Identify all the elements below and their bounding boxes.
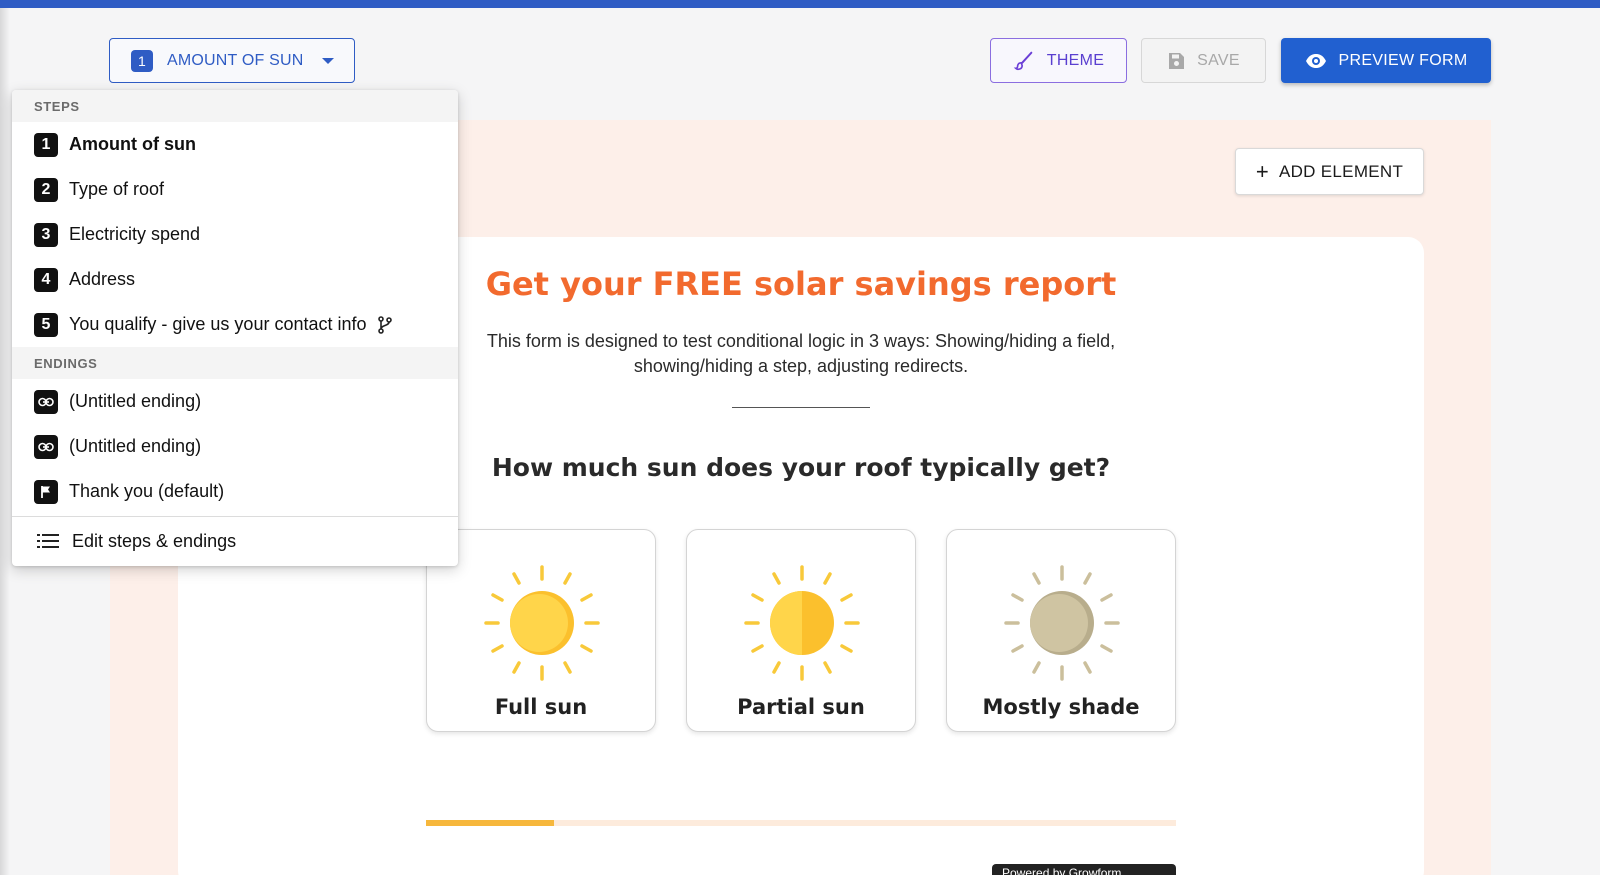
save-button-label: SAVE <box>1197 51 1240 69</box>
step-badge: 2 <box>34 177 58 202</box>
brush-icon <box>1013 50 1035 72</box>
list-icon <box>37 533 59 549</box>
edit-steps-label: Edit steps & endings <box>72 530 237 551</box>
title-divider <box>732 407 870 408</box>
left-edge-shadow <box>0 8 10 875</box>
link-icon <box>34 389 58 414</box>
preview-form-label: PREVIEW FORM <box>1338 51 1468 69</box>
preview-form-button[interactable]: PREVIEW FORM <box>1281 38 1491 83</box>
partial-sun-icon <box>744 565 860 681</box>
caret-down-icon <box>321 57 334 64</box>
menu-ending-2[interactable]: (Untitled ending) <box>12 424 458 469</box>
option-mostly-shade[interactable]: Mostly shade <box>946 529 1176 732</box>
progress-bar-fill <box>426 820 554 826</box>
option-full-sun[interactable]: Full sun <box>426 529 656 732</box>
menu-step-4[interactable]: 4 Address <box>12 257 458 302</box>
plus-icon: + <box>1255 158 1269 184</box>
menu-item-label: You qualify - give us your contact info <box>69 314 367 334</box>
menu-item-label: Thank you (default) <box>69 481 225 501</box>
progress-bar <box>426 820 1176 826</box>
link-icon <box>34 434 58 459</box>
form-description[interactable]: This form is designed to test conditiona… <box>440 329 1162 379</box>
endings-section-header: ENDINGS <box>12 347 458 379</box>
step-selector-label: AMOUNT OF SUN <box>167 51 304 69</box>
step-number-badge: 1 <box>131 49 153 72</box>
step-badge: 5 <box>34 312 58 337</box>
menu-item-label: Type of roof <box>69 179 165 199</box>
menu-step-5[interactable]: 5 You qualify - give us your contact inf… <box>12 302 458 347</box>
theme-button-label: THEME <box>1046 51 1105 69</box>
option-label: Mostly shade <box>982 695 1140 719</box>
menu-step-2[interactable]: 2 Type of roof <box>12 167 458 212</box>
form-description-line: showing/hiding a step, adjusting redirec… <box>633 356 969 376</box>
branch-icon <box>377 315 393 334</box>
menu-item-label: Address <box>69 269 136 289</box>
full-sun-icon <box>484 565 600 681</box>
form-description-line: This form is designed to test conditiona… <box>486 331 1116 351</box>
eye-icon <box>1305 53 1327 69</box>
menu-item-label: Amount of sun <box>69 134 196 154</box>
menu-ending-3[interactable]: Thank you (default) <box>12 469 458 514</box>
step-badge: 4 <box>34 267 58 292</box>
add-element-label: ADD ELEMENT <box>1278 161 1404 181</box>
menu-step-3[interactable]: 3 Electricity spend <box>12 212 458 257</box>
flag-icon <box>34 479 58 504</box>
option-label: Full sun <box>494 695 588 719</box>
menu-item-label: Electricity spend <box>69 224 201 244</box>
steps-section-header: STEPS <box>12 90 458 122</box>
save-button[interactable]: SAVE <box>1141 38 1266 83</box>
option-partial-sun[interactable]: Partial sun <box>686 529 916 732</box>
step-selector-dropdown[interactable]: 1 AMOUNT OF SUN <box>109 38 355 83</box>
step-selector-menu: STEPS 1 Amount of sun 2 Type of roof 3 E… <box>12 90 458 566</box>
menu-item-label: (Untitled ending) <box>69 436 202 456</box>
option-label: Partial sun <box>737 695 865 719</box>
step-badge: 3 <box>34 222 58 247</box>
edit-steps-endings-item[interactable]: Edit steps & endings <box>12 517 458 565</box>
menu-step-1[interactable]: 1 Amount of sun <box>12 122 458 167</box>
theme-button[interactable]: THEME <box>990 38 1127 83</box>
floppy-disk-icon <box>1167 52 1185 70</box>
top-accent-bar <box>0 0 1600 8</box>
shade-sun-icon <box>1004 565 1120 681</box>
menu-ending-1[interactable]: (Untitled ending) <box>12 379 458 424</box>
step-badge: 1 <box>34 132 58 157</box>
powered-by-badge[interactable]: Powered by Growform <box>992 864 1176 875</box>
menu-item-label: (Untitled ending) <box>69 391 202 411</box>
add-element-button[interactable]: + ADD ELEMENT <box>1235 148 1424 195</box>
